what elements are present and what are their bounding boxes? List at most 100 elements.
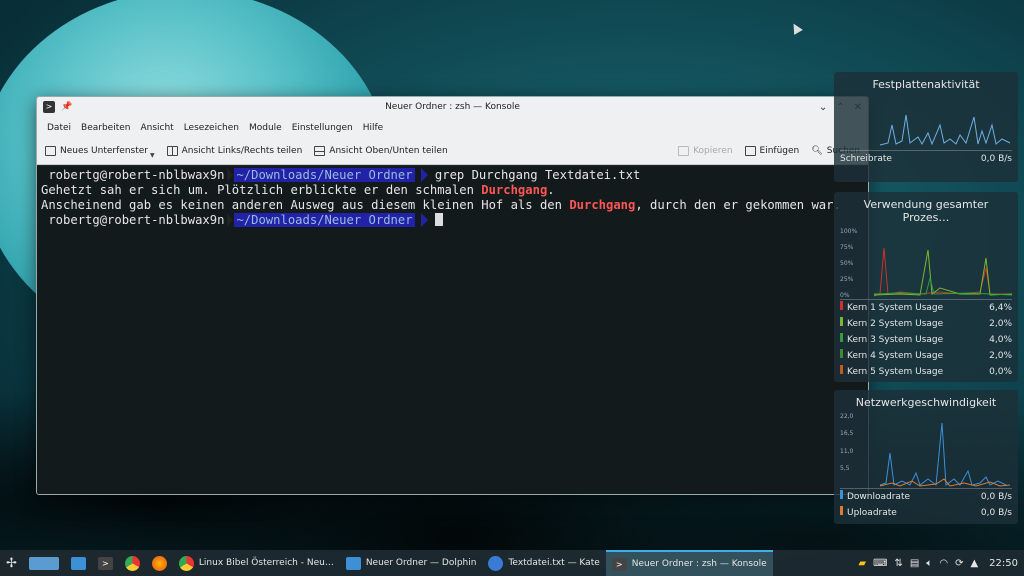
menu-datei[interactable]: Datei	[42, 123, 76, 133]
command-text: grep Durchgang Textdatei.txt	[434, 168, 641, 182]
split-horizontal-icon	[314, 146, 326, 156]
volume-icon[interactable]: 🔈︎	[926, 558, 932, 569]
pinned-dolphin-button[interactable]	[65, 550, 92, 576]
network-chart-svg	[879, 422, 1011, 487]
disk-activity-widget[interactable]: Festplattenaktivität Schreibrate 0,0 B/s	[834, 72, 1018, 182]
prompt-arrow-icon	[420, 168, 428, 182]
update-icon[interactable]: ⟳	[955, 558, 963, 569]
legend-swatch	[840, 333, 843, 342]
task-kate[interactable]: Textdatei.txt — Kate	[482, 550, 605, 576]
cpu-core-value: 0,0%	[989, 367, 1012, 377]
expand-tray-icon[interactable]: ▲	[970, 558, 978, 569]
task-konsole[interactable]: > Neuer Ordner : zsh — Konsole	[605, 550, 773, 576]
pinned-firefox-button[interactable]	[146, 550, 173, 576]
widget-title: Festplattenaktivität	[872, 78, 980, 91]
paste-label: Einfügen	[759, 146, 800, 156]
disk-write-label: Schreibrate	[840, 154, 892, 164]
cpu-core-value: 2,0%	[989, 351, 1012, 361]
new-tab-button[interactable]: Neues Unterfenster ▼	[45, 144, 155, 159]
menu-lesezeichen[interactable]: Lesezeichen	[179, 123, 244, 133]
copy-button[interactable]: Kopieren	[678, 146, 733, 156]
terminal-output[interactable]: robertg@robert-nblbwax9n ~/Downloads/Neue…	[37, 166, 868, 494]
output-text: Gehetzt sah er sich um. Plötzlich erblic…	[41, 183, 482, 197]
paste-button[interactable]: Einfügen	[744, 146, 800, 156]
upload-label: Uploadrate	[847, 508, 897, 518]
legend-swatch	[840, 349, 843, 358]
toolbar: Neues Unterfenster ▼ Ansicht Links/Recht…	[37, 138, 868, 165]
widget-title: Verwendung gesamter Prozes…	[863, 198, 989, 224]
cpu-core-label: Kern 2 System Usage	[847, 319, 944, 329]
cpu-chart: 100% 75% 50% 25% 0%	[840, 228, 1012, 300]
task-dolphin[interactable]: Neuer Ordner — Dolphin	[340, 550, 483, 576]
prompt-user: robertg@robert-nblbwax9n	[48, 213, 225, 227]
konsole-window[interactable]: > 📌 Neuer Ordner : zsh — Konsole ⌄ ⌃ ✕ D…	[36, 96, 869, 495]
mouse-cursor	[789, 21, 803, 35]
desktop-pager-icon	[28, 556, 59, 570]
search-icon: 🔍︎	[811, 146, 823, 156]
output-text: .	[547, 183, 555, 197]
network-manager-icon[interactable]: ⇅	[895, 558, 903, 569]
keyboard-icon[interactable]: ⌨	[873, 558, 887, 569]
upload-row: Uploadrate 0,0 B/s	[840, 505, 1012, 521]
menu-hilfe[interactable]: Hilfe	[358, 123, 388, 133]
minimize-button[interactable]: ⌄	[819, 102, 827, 113]
menu-einstellungen[interactable]: Einstellungen	[287, 123, 358, 133]
application-launcher-button[interactable]: ✢	[0, 550, 23, 576]
menu-bearbeiten[interactable]: Bearbeiten	[76, 123, 135, 133]
cpu-core-value: 4,0%	[989, 335, 1012, 345]
split-left-right-button[interactable]: Ansicht Links/Rechts teilen	[166, 146, 302, 156]
new-tab-label: Neues Unterfenster	[60, 146, 148, 156]
pinned-chrome-button[interactable]	[119, 550, 146, 576]
menu-module[interactable]: Module	[244, 123, 287, 133]
cpu-usage-widget[interactable]: Verwendung gesamter Prozes… 100% 75% 50%…	[834, 192, 1018, 382]
network-speed-widget[interactable]: Netzwerkgeschwindigkeit 22,0 16,5 11,0 5…	[834, 390, 1018, 524]
titlebar[interactable]: > 📌 Neuer Ordner : zsh — Konsole ⌄ ⌃ ✕	[37, 97, 868, 117]
chrome-icon	[178, 555, 194, 571]
output-text: Anscheinend gab es keinen anderen Ausweg…	[41, 198, 570, 212]
clipboard-icon[interactable]: ▤	[910, 558, 919, 569]
download-value: 0,0 B/s	[980, 492, 1012, 502]
cpu-core-row: Kern 2 System Usage 2,0%	[840, 316, 1012, 332]
cpu-core-row: Kern 4 System Usage 2,0%	[840, 348, 1012, 364]
wifi-icon[interactable]: ◠	[939, 558, 948, 569]
task-label: Textdatei.txt — Kate	[508, 558, 600, 568]
copy-label: Kopieren	[693, 146, 733, 156]
disk-chart-svg	[879, 114, 1011, 146]
clock[interactable]: 22:50	[989, 558, 1018, 569]
firefox-icon	[151, 555, 167, 571]
new-tab-icon	[45, 146, 56, 156]
match-highlight: Durchgang	[569, 198, 636, 212]
menubar: Datei Bearbeiten Ansicht Lesezeichen Mod…	[37, 117, 868, 138]
close-button[interactable]: ✕	[854, 102, 862, 113]
widget-title: Netzwerkgeschwindigkeit	[855, 396, 997, 409]
cpu-core-label: Kern 4 System Usage	[847, 351, 944, 361]
pin-icon[interactable]: 📌	[61, 102, 72, 112]
cpu-core-label: Kern 3 System Usage	[847, 335, 944, 345]
task-chrome[interactable]: Linux Bibel Österreich - Neu…	[173, 550, 340, 576]
prompt-path: ~/Downloads/Neuer Ordner	[234, 168, 415, 182]
disk-write-row: Schreibrate 0,0 B/s	[840, 151, 1012, 167]
cpu-core-row: Kern 3 System Usage 4,0%	[840, 332, 1012, 348]
folder-icon	[70, 556, 86, 570]
download-label: Downloadrate	[847, 492, 911, 502]
maximize-button[interactable]: ⌃	[836, 102, 844, 113]
pager-button[interactable]	[23, 550, 65, 576]
notes-icon[interactable]: ▰	[858, 558, 866, 569]
split-top-bottom-button[interactable]: Ansicht Oben/Unten teilen	[314, 146, 448, 156]
prompt-separator-icon	[227, 213, 234, 227]
terminal-icon: >	[97, 556, 113, 570]
text-cursor	[434, 213, 443, 226]
legend-swatch	[840, 317, 843, 326]
copy-icon	[678, 146, 690, 156]
chevron-down-icon: ▼	[149, 151, 155, 159]
menu-ansicht[interactable]: Ansicht	[135, 123, 178, 133]
pinned-konsole-button[interactable]: >	[92, 550, 119, 576]
cpu-core-value: 6,4%	[989, 303, 1012, 313]
paste-icon	[744, 146, 756, 156]
cpu-core-row: Kern 1 System Usage 6,4%	[840, 300, 1012, 316]
output-text: , durch den er gekommen war.	[635, 198, 841, 212]
network-chart: 22,0 16,5 11,0 5,5	[840, 413, 1012, 489]
terminal-icon[interactable]: >	[43, 101, 55, 113]
cpu-core-label: Kern 5 System Usage	[847, 367, 944, 377]
legend-swatch	[840, 490, 843, 499]
